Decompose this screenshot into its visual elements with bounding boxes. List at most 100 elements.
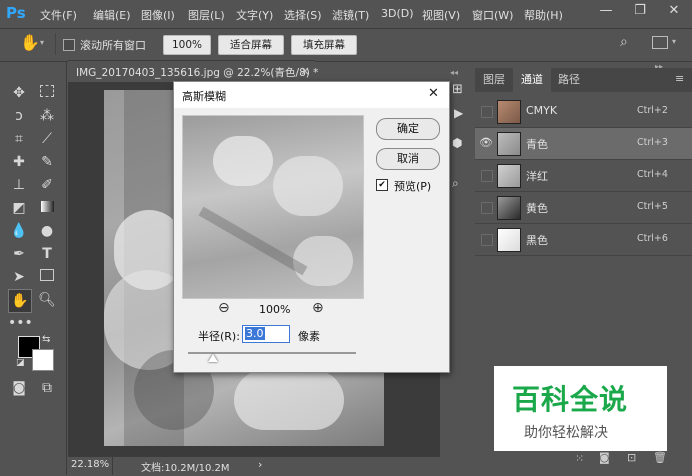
properties-icon[interactable]: ⌕ (452, 176, 459, 191)
tab-layers[interactable]: 图层 (475, 68, 513, 92)
3d-icon[interactable]: ⬢ (452, 136, 462, 150)
tools-panel: ✥ ↄ ⁂ ⌗ ⟋ ✚ ✎ ⊥ ✐ ◩ 💧 ● ✒ T ➤ ✋ 🔍︎ ••• ⇆… (4, 62, 67, 475)
marquee-tool-icon[interactable] (36, 82, 58, 104)
path-selection-icon[interactable]: ➤ (8, 266, 30, 288)
quick-mask-icon[interactable]: ◙ (8, 377, 30, 399)
menu-help[interactable]: 帮助(H) (524, 7, 563, 23)
stamp-tool-icon[interactable]: ⊥ (8, 174, 30, 196)
document-tab-title: IMG_20170403_135616.jpg @ 22.2%(青色/8) * (76, 67, 319, 79)
more-tools-icon[interactable]: ••• (8, 312, 33, 334)
divider (55, 33, 56, 55)
hand-tool-icon[interactable]: ✋ (8, 289, 32, 313)
hand-tool-preset-icon[interactable]: ✋ (20, 33, 40, 52)
status-menu-arrow[interactable]: › (258, 458, 262, 471)
visibility-toggle[interactable] (481, 106, 493, 118)
load-selection-icon[interactable]: ⁙ (575, 452, 584, 465)
menu-view[interactable]: 视图(V) (422, 7, 460, 23)
channel-row-cyan[interactable]: 👁 青色 Ctrl+3 (475, 128, 692, 160)
preview-label: 预览(P) (394, 180, 432, 193)
actions-play-icon[interactable]: ▶ (454, 106, 463, 120)
cancel-button[interactable]: 取消 (376, 148, 440, 170)
dialog-title-bar[interactable]: 高斯模糊 ✕ (174, 82, 449, 108)
menu-file[interactable]: 文件(F) (40, 7, 77, 23)
default-colors-icon[interactable]: ◪ (16, 358, 25, 368)
collapsed-panel-dock: ◂◂ ⊞ ▶ ⬢ ⌕ (448, 62, 474, 475)
collapse-arrows-icon[interactable]: ◂◂ (450, 68, 472, 77)
blur-tool-icon[interactable]: 💧 (8, 220, 30, 242)
zoom-readout[interactable]: 22.18% (71, 459, 109, 470)
crop-tool-icon[interactable]: ⌗ (8, 128, 30, 150)
blur-preview[interactable] (182, 115, 364, 299)
radius-label: 半径(R): (198, 330, 240, 343)
fit-screen-button[interactable]: 适合屏幕 (218, 35, 284, 55)
type-tool-icon[interactable]: T (36, 243, 58, 265)
channel-row-magenta[interactable]: 洋红 Ctrl+4 (475, 160, 692, 192)
menu-image[interactable]: 图像(I) (141, 7, 175, 23)
magic-wand-icon[interactable]: ⁂ (36, 105, 58, 127)
menu-window[interactable]: 窗口(W) (472, 7, 513, 23)
delete-channel-icon[interactable]: 🗑 (653, 451, 667, 464)
screen-mode-icon[interactable]: ⧉ (36, 377, 58, 399)
fill-screen-button[interactable]: 填充屏幕 (291, 35, 357, 55)
chevron-down-icon[interactable]: ▾ (40, 38, 44, 47)
visibility-toggle[interactable] (481, 202, 493, 214)
preview-blossom (273, 156, 343, 216)
move-tool-icon[interactable]: ✥ (8, 82, 30, 104)
scroll-all-checkbox[interactable] (63, 39, 75, 51)
radius-input[interactable]: 3.0 (242, 325, 290, 343)
document-tab[interactable]: IMG_20170403_135616.jpg @ 22.2%(青色/8) * … (68, 60, 319, 83)
new-channel-icon[interactable]: ⊡ (627, 451, 636, 464)
menu-edit[interactable]: 编辑(E) (93, 7, 131, 23)
search-icon[interactable]: ⌕ (620, 34, 628, 50)
channel-thumbnail (497, 100, 521, 124)
workspace-icon[interactable] (652, 36, 668, 49)
photoshop-logo: Ps (6, 4, 26, 22)
channel-row-black[interactable]: 黑色 Ctrl+6 (475, 224, 692, 256)
zoom-in-icon[interactable]: ⊕ (312, 300, 324, 316)
preview-blossom (293, 236, 353, 286)
tab-channels[interactable]: 通道 (513, 68, 551, 92)
dialog-close-icon[interactable]: ✕ (428, 86, 439, 101)
menu-type[interactable]: 文字(Y) (236, 7, 273, 23)
panel-menu-icon[interactable]: ≡ (675, 72, 684, 85)
lasso-tool-icon[interactable]: ↄ (8, 105, 30, 127)
channel-shortcut: Ctrl+3 (637, 137, 668, 148)
background-color-swatch[interactable] (32, 349, 54, 371)
channel-row-yellow[interactable]: 黄色 Ctrl+5 (475, 192, 692, 224)
tab-paths[interactable]: 路径 (551, 68, 587, 92)
eraser-icon[interactable]: ◩ (8, 197, 30, 219)
zoom-100-button[interactable]: 100% (163, 35, 211, 55)
visibility-toggle[interactable] (481, 170, 493, 182)
swap-colors-icon[interactable]: ⇆ (42, 334, 50, 345)
healing-brush-icon[interactable]: ✚ (8, 151, 30, 173)
channel-name: 黑色 (526, 234, 548, 247)
chevron-down-icon[interactable]: ▾ (672, 37, 676, 46)
brush-tool-icon[interactable]: ✎ (36, 151, 58, 173)
history-icon[interactable]: ⊞ (452, 82, 463, 97)
menu-3d[interactable]: 3D(D) (381, 7, 414, 20)
zoom-out-icon[interactable]: ⊖ (218, 300, 230, 316)
menu-layer[interactable]: 图层(L) (188, 7, 225, 23)
panel-tab-bar: 图层 通道 路径 ≡ (475, 68, 692, 92)
dodge-tool-icon[interactable]: ● (36, 220, 58, 242)
rectangle-tool-icon[interactable] (36, 266, 58, 288)
preview-checkbox[interactable]: ✔ (376, 179, 388, 191)
menu-filter[interactable]: 滤镜(T) (332, 7, 369, 23)
eyedropper-icon[interactable]: ⟋ (36, 128, 58, 150)
visibility-toggle[interactable] (481, 234, 493, 246)
menu-select[interactable]: 选择(S) (284, 7, 322, 23)
gradient-tool-icon[interactable] (36, 197, 58, 219)
channel-thumbnail (497, 228, 521, 252)
radius-slider-thumb[interactable] (208, 354, 219, 362)
channel-row-cmyk[interactable]: CMYK Ctrl+2 (475, 96, 692, 128)
eye-icon[interactable]: 👁 (479, 136, 493, 150)
history-brush-icon[interactable]: ✐ (36, 174, 58, 196)
pen-tool-icon[interactable]: ✒ (8, 243, 30, 265)
close-window-button[interactable]: ✕ (654, 0, 692, 24)
zoom-tool-icon[interactable]: 🔍︎ (36, 289, 58, 311)
preview-zoom-level: 100% (259, 303, 291, 316)
scroll-all-label: 滚动所有窗口 (80, 39, 146, 52)
ok-button[interactable]: 确定 (376, 118, 440, 140)
close-tab-icon[interactable]: × (300, 64, 310, 78)
save-selection-icon[interactable]: ◙ (599, 451, 610, 464)
